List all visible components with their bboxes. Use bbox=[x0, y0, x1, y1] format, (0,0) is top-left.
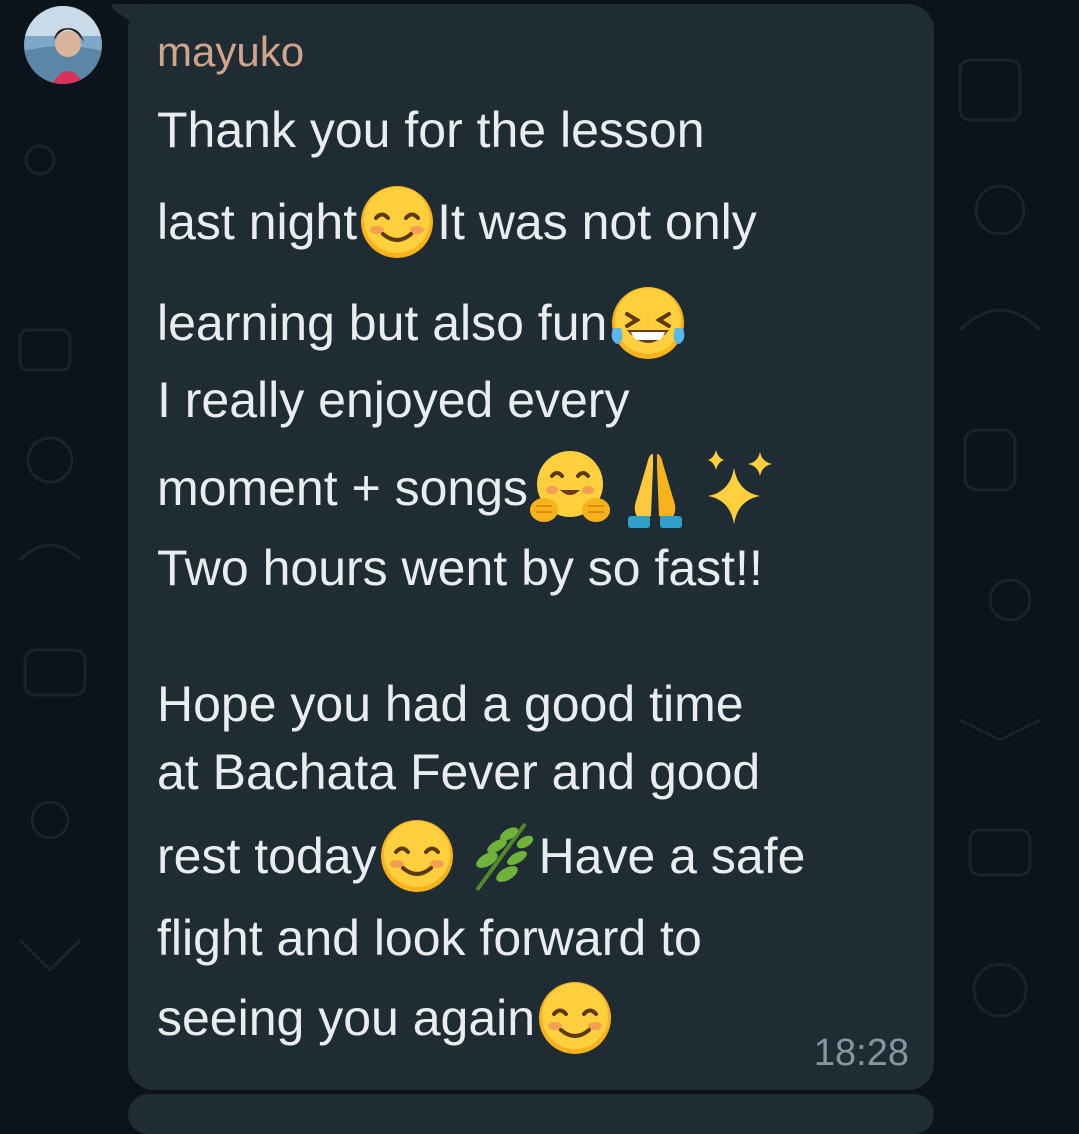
smiling-face-emoji bbox=[535, 978, 615, 1058]
message-text: at Bachata Fever and good bbox=[157, 743, 761, 800]
message-text: Hope you had a good time bbox=[157, 675, 744, 732]
herb-emoji bbox=[463, 816, 539, 896]
message-line: learning but also fun bbox=[157, 282, 689, 364]
tears-of-joy-emoji bbox=[607, 282, 689, 364]
message-line: Two hours went by so fast!! bbox=[157, 534, 763, 598]
message-line: last night It was not only bbox=[157, 182, 757, 262]
message-line: seeing you again bbox=[157, 978, 615, 1058]
message-text: Thank you for the lesson bbox=[157, 101, 705, 158]
smiling-face-emoji bbox=[357, 182, 437, 262]
message-line: flight and look forward to bbox=[157, 904, 702, 968]
message-line: at Bachata Fever and good bbox=[157, 738, 760, 802]
message-text: last night bbox=[157, 194, 358, 250]
message-text: Two hours went by so fast!! bbox=[157, 539, 763, 596]
message-text: It was not only bbox=[437, 194, 757, 250]
sparkles-emoji bbox=[698, 446, 782, 530]
message-text: learning but also fun bbox=[157, 295, 608, 351]
sender-name[interactable]: mayuko bbox=[157, 26, 304, 78]
message-text: I really enjoyed every bbox=[157, 371, 630, 428]
hugging-face-emoji bbox=[528, 446, 612, 530]
avatar[interactable] bbox=[24, 6, 102, 84]
message-text: seeing you again bbox=[157, 990, 536, 1046]
message-line: rest today Have a safe bbox=[157, 816, 805, 896]
next-message-bubble[interactable] bbox=[128, 1094, 934, 1134]
message-text: moment + songs bbox=[157, 460, 529, 516]
message-text: flight and look forward to bbox=[157, 909, 702, 966]
smiling-face-emoji bbox=[377, 816, 457, 896]
message-line: Hope you had a good time bbox=[157, 670, 744, 734]
message-line: moment + songs bbox=[157, 446, 782, 530]
message-line: Thank you for the lesson bbox=[157, 96, 705, 160]
message-text: rest today bbox=[157, 828, 377, 884]
message-line: I really enjoyed every bbox=[157, 366, 629, 430]
message-timestamp: 18:28 bbox=[813, 1032, 909, 1074]
message-text: Have a safe bbox=[538, 828, 806, 884]
folded-hands-emoji bbox=[620, 446, 690, 530]
